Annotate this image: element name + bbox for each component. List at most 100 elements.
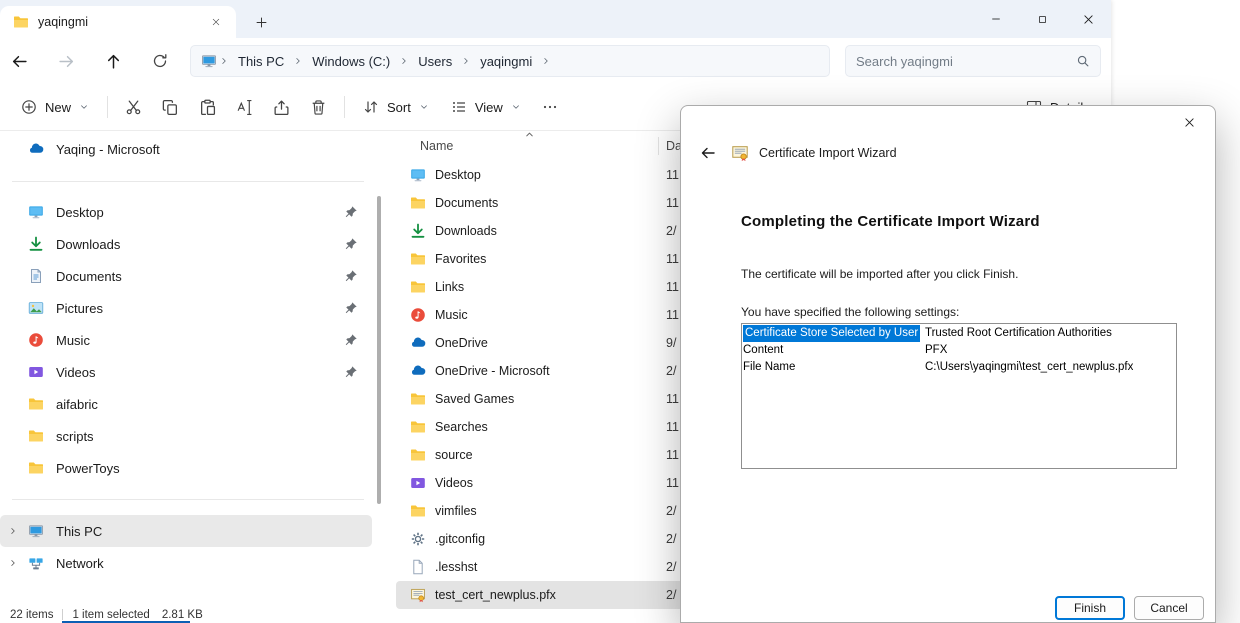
- sidebar-item-this-pc[interactable]: This PC: [0, 515, 372, 547]
- download-icon: [410, 223, 426, 239]
- sidebar-item-network[interactable]: Network: [0, 547, 372, 579]
- plus-circle-icon: [21, 99, 37, 115]
- arrow-left-icon: [700, 145, 716, 161]
- cancel-button[interactable]: Cancel: [1134, 596, 1204, 620]
- rename-icon: [236, 99, 253, 116]
- folder-icon: [28, 428, 44, 444]
- breadcrumb-this-pc[interactable]: This PC: [231, 51, 291, 72]
- sidebar-item-label: This PC: [56, 524, 102, 539]
- sort-icon: [363, 99, 379, 115]
- back-button[interactable]: [2, 44, 36, 78]
- close-icon: [1082, 13, 1095, 26]
- more-button[interactable]: [532, 89, 569, 125]
- sidebar-item-documents[interactable]: Documents: [0, 260, 372, 292]
- file-row-music[interactable]: Music 11: [396, 301, 714, 329]
- minimize-button[interactable]: [973, 0, 1019, 38]
- sidebar-scrollbar[interactable]: [377, 196, 381, 504]
- toolbar-divider: [344, 96, 345, 118]
- sidebar-item-label: scripts: [56, 429, 94, 444]
- search-box[interactable]: [845, 45, 1101, 77]
- delete-button[interactable]: [300, 89, 337, 125]
- file-date: 11: [666, 392, 679, 406]
- file-row-test-cert-newplus-pfx[interactable]: test_cert_newplus.pfx 2/: [396, 581, 714, 609]
- file-row-desktop[interactable]: Desktop 11: [396, 161, 714, 189]
- forward-button[interactable]: [49, 44, 83, 78]
- file-date: 2/: [666, 364, 676, 378]
- file-row-onedrive-microsoft[interactable]: OneDrive - Microsoft 2/: [396, 357, 714, 385]
- sort-button[interactable]: Sort: [352, 89, 440, 125]
- copy-button[interactable]: [152, 89, 189, 125]
- file-row-gitconfig[interactable]: .gitconfig 2/: [396, 525, 714, 553]
- sort-label: Sort: [387, 100, 411, 115]
- close-button[interactable]: [1065, 0, 1111, 38]
- breadcrumb-users[interactable]: Users: [411, 51, 459, 72]
- new-tab-button[interactable]: [247, 9, 275, 35]
- file-row-favorites[interactable]: Favorites 11: [396, 245, 714, 273]
- paste-button[interactable]: [189, 89, 226, 125]
- sidebar-item-aifabric[interactable]: aifabric: [0, 388, 372, 420]
- sidebar-item-powertoys[interactable]: PowerToys: [0, 452, 372, 484]
- file-row-vimfiles[interactable]: vimfiles 2/: [396, 497, 714, 525]
- view-button[interactable]: View: [440, 89, 532, 125]
- maximize-icon: [1037, 14, 1048, 25]
- ellipsis-icon: [542, 99, 558, 115]
- chevron-right-icon: [461, 56, 471, 66]
- file-name: Downloads: [435, 224, 497, 238]
- trash-icon: [310, 99, 327, 116]
- copy-icon: [162, 99, 179, 116]
- up-button[interactable]: [96, 44, 130, 78]
- document-icon: [28, 268, 44, 284]
- picture-icon: [28, 300, 44, 316]
- cut-button[interactable]: [115, 89, 152, 125]
- settings-list[interactable]: Certificate Store Selected by User Trust…: [741, 323, 1177, 469]
- sidebar-item-music[interactable]: Music: [0, 324, 372, 356]
- sidebar-item-desktop[interactable]: Desktop: [0, 196, 372, 228]
- tab-yaqingmi[interactable]: yaqingmi: [0, 6, 236, 38]
- maximize-button[interactable]: [1019, 0, 1065, 38]
- settings-row-file-name[interactable]: File Name C:\Users\yaqingmi\test_cert_ne…: [743, 359, 1175, 376]
- setting-key: File Name: [743, 361, 795, 373]
- sidebar-item-pictures[interactable]: Pictures: [0, 292, 372, 324]
- certificate-import-wizard-dialog: Certificate Import Wizard Completing the…: [680, 105, 1216, 623]
- file-row-links[interactable]: Links 11: [396, 273, 714, 301]
- column-header-name[interactable]: Name: [420, 139, 453, 153]
- breadcrumb-windows-c[interactable]: Windows (C:): [305, 51, 397, 72]
- sidebar-item-scripts[interactable]: scripts: [0, 420, 372, 452]
- sidebar-item-label: Downloads: [56, 237, 120, 252]
- share-icon: [273, 99, 290, 116]
- file-date: 11: [666, 168, 679, 182]
- settings-row-content[interactable]: Content PFX: [743, 342, 1175, 359]
- rename-button[interactable]: [226, 89, 263, 125]
- settings-row-store[interactable]: Certificate Store Selected by User Trust…: [743, 325, 1175, 342]
- sidebar-item-downloads[interactable]: Downloads: [0, 228, 372, 260]
- sidebar-item-videos[interactable]: Videos: [0, 356, 372, 388]
- setting-key-selected: Certificate Store Selected by User: [743, 325, 920, 342]
- refresh-button[interactable]: [143, 44, 177, 78]
- address-bar[interactable]: This PC Windows (C:) Users yaqingmi: [190, 45, 830, 77]
- file-row-documents[interactable]: Documents 11: [396, 189, 714, 217]
- share-button[interactable]: [263, 89, 300, 125]
- arrow-right-icon: [58, 53, 75, 70]
- file-row-searches[interactable]: Searches 11: [396, 413, 714, 441]
- desktop-icon: [28, 204, 44, 220]
- wizard-back-button[interactable]: [695, 140, 721, 166]
- file-row-videos[interactable]: Videos 11: [396, 469, 714, 497]
- new-button[interactable]: New: [10, 89, 100, 125]
- file-icon: [410, 559, 426, 575]
- dialog-close-button[interactable]: [1167, 107, 1212, 138]
- search-input[interactable]: [856, 54, 1068, 69]
- column-divider[interactable]: [658, 137, 659, 155]
- sidebar-item-onedrive[interactable]: Yaqing - Microsoft: [0, 133, 372, 165]
- dialog-title: Certificate Import Wizard: [759, 146, 897, 160]
- file-row-lesshst[interactable]: .lesshst 2/: [396, 553, 714, 581]
- file-row-saved-games[interactable]: Saved Games 11: [396, 385, 714, 413]
- file-name: source: [435, 448, 473, 462]
- breadcrumb-yaqingmi[interactable]: yaqingmi: [473, 51, 539, 72]
- desktop-icon: [410, 167, 426, 183]
- file-row-downloads[interactable]: Downloads 2/: [396, 217, 714, 245]
- file-row-source[interactable]: source 11: [396, 441, 714, 469]
- finish-button[interactable]: Finish: [1055, 596, 1125, 620]
- file-row-onedrive[interactable]: OneDrive 9/: [396, 329, 714, 357]
- setting-key-cell: Certificate Store Selected by User: [743, 325, 921, 342]
- tab-close-button[interactable]: [204, 10, 228, 34]
